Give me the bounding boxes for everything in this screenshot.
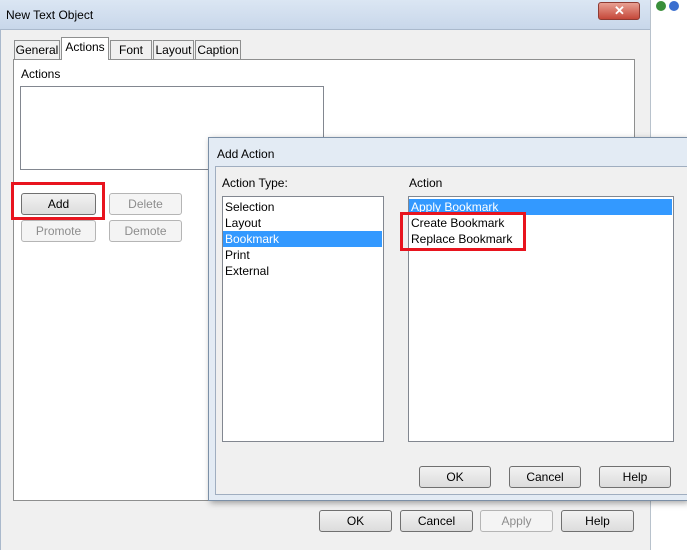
list-item-print[interactable]: Print [223, 247, 383, 263]
delete-button[interactable]: Delete [109, 193, 182, 215]
tab-general[interactable]: General [14, 40, 60, 59]
action-type-label: Action Type: [222, 176, 288, 190]
actions-group-label: Actions [21, 67, 61, 81]
list-item-selection[interactable]: Selection [223, 199, 383, 215]
background-help-icon [669, 1, 679, 11]
main-apply-button[interactable]: Apply [480, 510, 553, 532]
main-cancel-button[interactable]: Cancel [400, 510, 473, 532]
background-app-icon [656, 1, 666, 11]
demote-button[interactable]: Demote [109, 220, 182, 242]
close-button[interactable]: ✕ [598, 2, 640, 20]
close-icon: ✕ [614, 3, 625, 18]
tab-layout[interactable]: Layout [153, 40, 194, 59]
tab-font[interactable]: Font [110, 40, 152, 59]
main-window-title: New Text Object [6, 8, 94, 22]
add-highlight-box [11, 182, 105, 220]
promote-button[interactable]: Promote [21, 220, 96, 242]
main-help-button[interactable]: Help [561, 510, 634, 532]
action-label: Action [409, 176, 443, 190]
list-item-external[interactable]: External [223, 263, 383, 279]
dialog-help-button[interactable]: Help [599, 466, 671, 488]
bookmark-actions-highlight-box [400, 212, 526, 251]
tab-caption[interactable]: Caption [195, 40, 241, 59]
tab-actions[interactable]: Actions [61, 37, 109, 60]
action-type-list[interactable]: Selection Layout Bookmark Print External [222, 196, 384, 442]
dialog-ok-button[interactable]: OK [419, 466, 491, 488]
list-item-layout[interactable]: Layout [223, 215, 383, 231]
main-title-bar[interactable]: New Text Object ✕ [0, 0, 650, 30]
list-item-bookmark[interactable]: Bookmark [223, 231, 382, 247]
dialog-cancel-button[interactable]: Cancel [509, 466, 581, 488]
main-ok-button[interactable]: OK [319, 510, 392, 532]
dialog-title: Add Action [217, 147, 275, 161]
